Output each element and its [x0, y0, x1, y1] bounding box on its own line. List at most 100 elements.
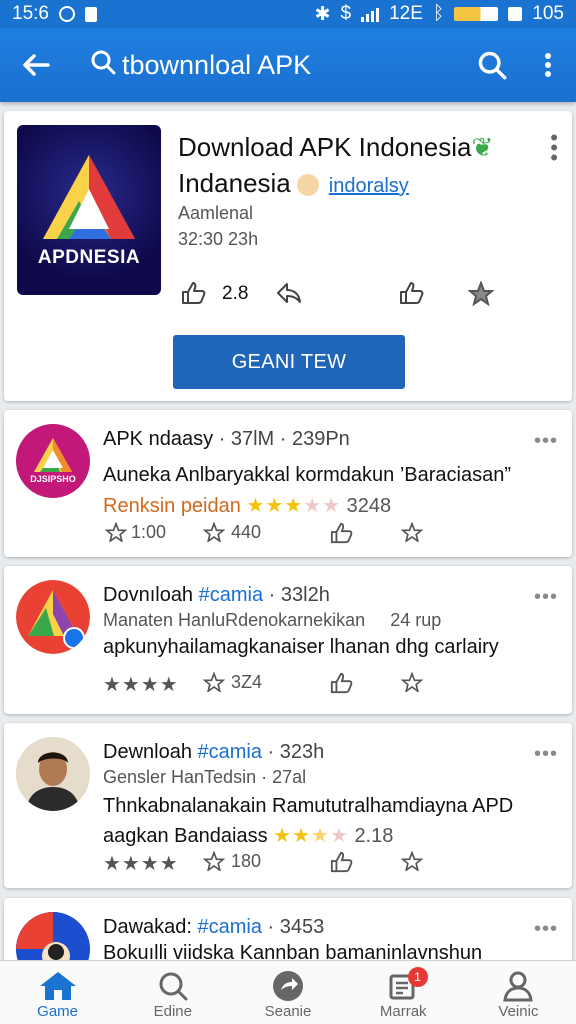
notification-icon	[58, 6, 75, 22]
bluetooth-icon: ᛒ	[432, 3, 445, 24]
nav-label: Veinic	[498, 1003, 539, 1020]
nav-item-game[interactable]: Game	[0, 961, 115, 1024]
search-query: tbownnloal APK	[122, 49, 312, 80]
post-author: Dawakad:	[103, 916, 192, 938]
feed-post[interactable]: Dewnloah #camia · 323h ••• Gensler HanTe…	[4, 723, 572, 888]
nav-label: Game	[37, 1003, 79, 1020]
nav-item-veinic[interactable]: Veinic	[461, 961, 576, 1024]
back-arrow-icon[interactable]	[0, 28, 72, 102]
post-subtitle: Manaten HanluRdenokarnekikan 24 rup	[103, 610, 441, 631]
post-actions: ★★★★ 180	[103, 850, 433, 878]
nav-item-edine[interactable]: Edine	[115, 961, 230, 1024]
card-more-icon[interactable]: • • •	[550, 127, 558, 169]
status-time: 15:6	[12, 3, 49, 24]
post-rating-count: 3248	[346, 495, 392, 517]
post-title: Dawakad: #camia · 3453	[103, 916, 324, 939]
nav-item-marrak[interactable]: 1 Marrak	[346, 961, 461, 1024]
sim-icon	[508, 7, 523, 21]
post-meta: · 37lM · 239Pn	[213, 428, 350, 450]
post-more-icon[interactable]: •••	[534, 586, 558, 609]
star-icon[interactable]	[467, 280, 495, 313]
search-icon	[157, 969, 189, 1003]
post-body: apkunyhailamagkanaiser lhanan dhg carlai…	[103, 636, 499, 658]
post-subtitle: Gensler HanTedsin · 27al	[103, 767, 307, 787]
leaf-icon: ❦	[471, 132, 494, 162]
post-hashtag[interactable]: #camia	[198, 741, 262, 763]
post-rating-row: aagkan Bandaiass ★★★★ 2.18	[103, 823, 393, 848]
post-rating-row: Renksin peidan ★★★★★ 3248	[103, 493, 391, 518]
home-icon	[38, 969, 78, 1003]
favorite-icon[interactable]	[202, 521, 226, 547]
app-card[interactable]: APDNESIA Download APK Indonesia❦ Indanes…	[4, 111, 572, 401]
app-developer: Aamlenal	[178, 203, 254, 223]
nav-label: Marrak	[379, 1003, 427, 1020]
emoji-icon	[296, 174, 319, 197]
post-author: Dewnloah	[103, 741, 192, 763]
search-icon[interactable]	[464, 28, 520, 102]
post-more-icon[interactable]: •••	[534, 918, 558, 941]
share-icon[interactable]	[329, 672, 353, 699]
post-title: Dewnloah #camia · 323h	[103, 741, 324, 764]
avatar[interactable]	[16, 580, 90, 654]
nav-item-seanie[interactable]: Seanie	[230, 961, 345, 1024]
app-title-line2: Indanesia	[178, 168, 291, 198]
app-title[interactable]: Download APK Indonesia❦ Indanesia indoral…	[178, 129, 518, 204]
post-hashtag[interactable]: #camia	[199, 584, 263, 606]
post-author: Dovnıloah	[103, 584, 194, 606]
post-actions: ★★★★ 3Z4	[103, 671, 433, 699]
post-more-icon[interactable]: •••	[534, 430, 558, 453]
post-body: Auneka Anlbaryakkal kormdakun ’Baraciasa…	[103, 464, 511, 486]
post-rating-label: aagkan Bandaiass	[103, 825, 268, 847]
notification-badge: 1	[407, 967, 428, 987]
rating-stars: ★★★★	[103, 674, 179, 696]
storage-icon	[84, 6, 97, 22]
post-rating-label: Renksin peidan	[103, 495, 241, 517]
post-hashtag[interactable]: #camia	[198, 916, 262, 938]
app-logo[interactable]: APDNESIA	[17, 125, 161, 295]
share-icon[interactable]	[329, 851, 353, 878]
post-title: Dovnıloah #camia · 33l2h	[103, 584, 330, 607]
like-count: 2.8	[222, 283, 249, 304]
favorite-icon[interactable]	[202, 671, 226, 697]
rating-stars: ★★★★	[103, 853, 179, 875]
avatar[interactable]: DJSIPSHO	[16, 424, 90, 498]
post-subtitle-right: 24 rup	[390, 610, 442, 630]
data-icon: $	[340, 3, 352, 24]
thumbs-up-icon[interactable]	[180, 281, 206, 311]
post-actions: 1:00 440	[103, 521, 433, 549]
share-icon[interactable]	[398, 281, 424, 311]
app-action-row: 2.8	[176, 280, 526, 313]
feed-post[interactable]: Dovnıloah #camia · 33l2h ••• Manaten Han…	[4, 566, 572, 714]
developer-link[interactable]: indoralsy	[329, 175, 409, 197]
battery-bar-icon	[454, 7, 499, 21]
post-meta: · 323h	[262, 741, 325, 763]
app-title-line1: Download APK Indonesia	[178, 132, 472, 162]
avatar[interactable]	[16, 737, 90, 811]
more-vert-icon[interactable]	[520, 28, 576, 102]
reply-icon[interactable]	[276, 281, 302, 311]
rating-stars: ★★★★	[273, 825, 349, 847]
share-circle-icon	[272, 969, 304, 1003]
post-more-icon[interactable]: •••	[534, 743, 558, 766]
person-icon	[502, 969, 534, 1003]
nav-label: Edine	[153, 1003, 192, 1020]
post-stat-2: 440	[231, 522, 262, 542]
post-rating-value: 2.18	[354, 825, 394, 847]
favorite-icon[interactable]	[202, 850, 226, 876]
share-icon[interactable]	[329, 522, 353, 549]
post-meta: · 33l2h	[263, 584, 330, 606]
network-label: 12E	[389, 3, 423, 24]
app-logo-text: APDNESIA	[37, 247, 141, 268]
feed-post[interactable]: DJSIPSHO APK ndaasy · 37lM · 239Pn ••• A…	[4, 410, 572, 557]
install-button[interactable]: GEANI TEW	[173, 335, 405, 389]
nav-label: Seanie	[264, 1003, 312, 1020]
search-field-icon	[90, 49, 116, 82]
post-stat-1: 3Z4	[231, 672, 263, 692]
rating-stars: ★★★★★	[246, 495, 342, 517]
like-icon[interactable]	[104, 521, 128, 547]
settings-gear-icon: ✱	[314, 3, 331, 25]
search-input[interactable]: tbownnloal APK	[72, 41, 464, 89]
bookmark-star-icon[interactable]	[400, 850, 424, 876]
bookmark-star-icon[interactable]	[400, 521, 424, 547]
bookmark-star-icon[interactable]	[400, 671, 424, 697]
